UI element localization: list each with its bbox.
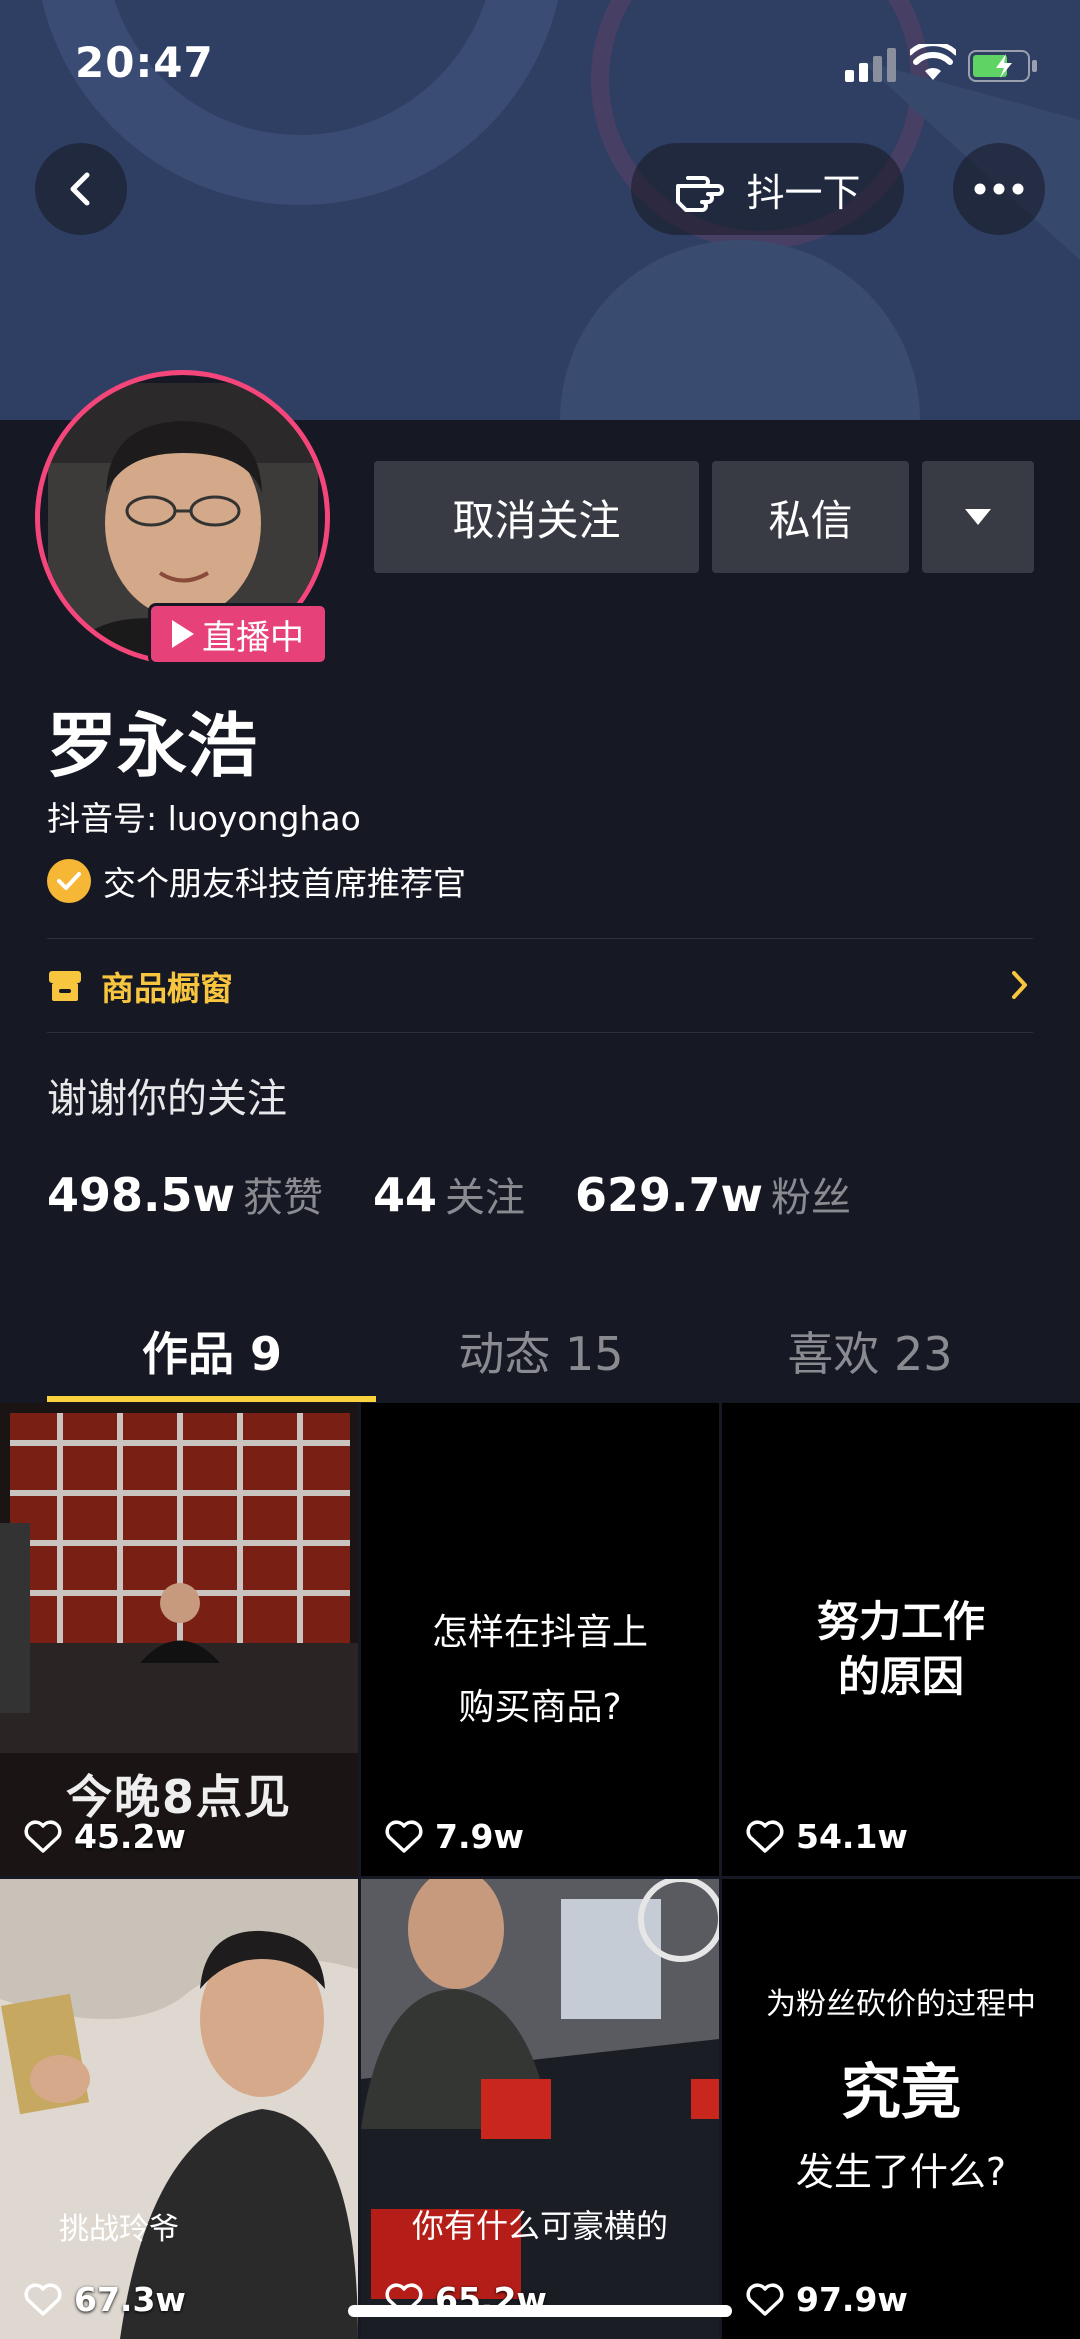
battery-icon	[968, 50, 1037, 82]
followers-label[interactable]: 粉丝	[771, 1165, 851, 1223]
video-likes-count: 45.2w	[74, 1817, 186, 1856]
play-icon	[172, 620, 194, 648]
video-caption-line: 购买商品?	[458, 1687, 622, 1728]
video-likes-count: 67.3w	[74, 2280, 186, 2319]
profile-name: 罗永浩	[47, 705, 257, 787]
wifi-icon	[910, 44, 956, 80]
shop-icon	[49, 971, 81, 1001]
message-button[interactable]: 私信	[712, 461, 909, 573]
likes-label: 获赞	[243, 1175, 323, 1221]
video-likes-count: 54.1w	[796, 1817, 908, 1856]
heart-icon	[24, 2283, 62, 2316]
unfollow-button[interactable]: 取消关注	[374, 461, 699, 573]
stats-row: 498.5w 获赞 44 关注 629.7w 粉丝	[47, 1165, 901, 1223]
video-cover-image	[361, 1879, 719, 2339]
following-label[interactable]: 关注	[445, 1165, 525, 1223]
video-caption: 挑战玲爷	[59, 2212, 179, 2247]
verification-text: 交个朋友科技首席推荐官	[103, 864, 466, 903]
video-thumbnail[interactable]: 你有什么可豪横的 65.2w	[361, 1879, 719, 2339]
video-caption-line: 怎样在抖音上	[431, 1612, 648, 1653]
divider	[47, 1032, 1033, 1033]
status-time: 20:47	[75, 38, 214, 87]
signal-icon	[845, 48, 896, 82]
back-button[interactable]	[35, 143, 127, 235]
live-badge[interactable]: 直播中	[148, 603, 328, 665]
video-likes: 7.9w	[385, 1817, 524, 1856]
heart-icon	[746, 1820, 784, 1853]
video-caption-line: 的原因	[837, 1652, 964, 1701]
shake-button[interactable]: 抖一下	[631, 143, 904, 235]
video-thumbnail[interactable]: 努力工作 的原因 54.1w	[722, 1403, 1080, 1876]
more-dots-icon	[974, 183, 1024, 195]
shop-window-label: 商品橱窗	[101, 969, 233, 1008]
tab-works[interactable]: 作品 9	[47, 1318, 377, 1384]
heart-icon	[24, 1820, 62, 1853]
active-tab-indicator	[47, 1396, 376, 1402]
followers-count[interactable]: 629.7w	[575, 1168, 763, 1222]
video-thumbnail[interactable]: 为粉丝砍价的过程中 究竟 发生了什么? 97.9w	[722, 1879, 1080, 2339]
chevron-right-icon	[1012, 971, 1027, 999]
video-likes: 54.1w	[746, 1817, 908, 1856]
video-likes: 97.9w	[746, 2280, 908, 2319]
video-caption-line: 发生了什么?	[795, 2150, 1007, 2194]
triangle-down-icon	[965, 509, 991, 525]
video-thumbnail[interactable]: 挑战玲爷 67.3w	[0, 1879, 358, 2339]
divider	[47, 938, 1033, 939]
live-badge-label: 直播中	[202, 617, 304, 658]
home-indicator[interactable]	[348, 2305, 732, 2317]
heart-icon	[746, 2283, 784, 2316]
video-thumbnail[interactable]: 今晚8点见 45.2w	[0, 1403, 358, 1876]
more-options-button[interactable]	[953, 143, 1045, 235]
verification-row: 交个朋友科技首席推荐官	[47, 857, 466, 905]
tab-updates[interactable]: 动态 15	[376, 1318, 706, 1384]
status-bar: 20:47	[0, 0, 1080, 130]
profile-bio: 谢谢你的关注	[47, 1076, 287, 1122]
heart-icon	[385, 1820, 423, 1853]
video-caption-line: 努力工作	[816, 1597, 985, 1646]
likes-count: 498.5w	[47, 1168, 235, 1222]
video-likes-count: 97.9w	[796, 2280, 908, 2319]
video-grid: 今晚8点见 45.2w 怎样在抖音上 购买商品? 7.9w 努力工作 的原因 5…	[0, 1403, 1080, 2339]
verified-check-icon	[47, 859, 91, 903]
recommend-dropdown-button[interactable]	[922, 461, 1034, 573]
video-thumbnail[interactable]: 怎样在抖音上 购买商品? 7.9w	[361, 1403, 719, 1876]
video-caption-line: 究竟	[841, 2058, 961, 2128]
profile-tabs: 作品 9 动态 15 喜欢 23	[0, 1290, 1080, 1402]
tab-likes[interactable]: 喜欢 23	[705, 1318, 1035, 1384]
video-caption: 你有什么可豪横的	[411, 2207, 668, 2245]
video-cover-image	[0, 1879, 358, 2339]
video-likes-count: 7.9w	[435, 1817, 524, 1856]
following-count[interactable]: 44	[373, 1168, 437, 1222]
chevron-left-icon	[70, 172, 90, 206]
video-likes: 45.2w	[24, 1817, 186, 1856]
video-likes: 67.3w	[24, 2280, 186, 2319]
pointing-hand-icon	[676, 176, 725, 212]
douyin-id: 抖音号: luoyonghao	[47, 799, 361, 838]
shake-label: 抖一下	[746, 170, 861, 215]
video-caption-line: 为粉丝砍价的过程中	[766, 1987, 1036, 2022]
shop-window-row[interactable]: 商品橱窗	[47, 940, 1033, 1032]
